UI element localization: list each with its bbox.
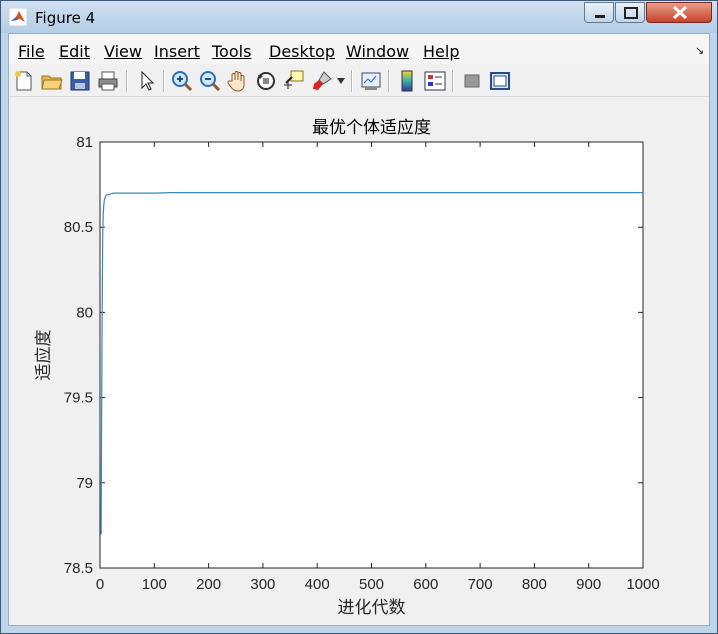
y-tick-label: 80.5	[64, 219, 93, 236]
toolbar-separator	[163, 70, 165, 92]
axes-background[interactable]	[99, 141, 644, 569]
toolbar-separator	[388, 70, 390, 92]
close-icon	[672, 5, 688, 20]
y-tick-label: 78.5	[64, 560, 93, 577]
line-chart: 0 100 200 300 400 500 600 700 800 900 1000 78.5 79 79…	[34, 118, 660, 617]
menu-edit[interactable]: Edit	[59, 42, 90, 61]
x-tick-label: 700	[468, 576, 493, 593]
x-axis-label: 进化代数	[338, 598, 406, 617]
x-tick-label: 500	[359, 576, 384, 593]
menu-view[interactable]: View	[104, 42, 142, 61]
toolbar-separator	[452, 70, 454, 92]
new-figure-icon[interactable]	[12, 69, 36, 93]
x-tick-label: 400	[305, 576, 330, 593]
maximize-icon	[624, 7, 638, 19]
matlab-logo-icon	[9, 8, 27, 26]
print-icon[interactable]	[96, 69, 120, 93]
y-tick-label: 81	[76, 134, 93, 151]
window-title: Figure 4	[35, 9, 96, 27]
link-plot-icon[interactable]	[359, 69, 383, 93]
save-icon[interactable]	[68, 69, 92, 93]
insert-colorbar-icon[interactable]	[395, 69, 419, 93]
x-tick-label: 200	[196, 576, 221, 593]
figure-client-area: File Edit View Insert Tools Desktop Wind…	[8, 33, 710, 626]
menu-desktop[interactable]: Desktop	[269, 42, 335, 61]
y-tick-label: 79	[76, 475, 93, 492]
menu-file[interactable]: File	[18, 42, 45, 61]
menu-window[interactable]: Window	[346, 42, 409, 61]
minimize-button[interactable]	[584, 2, 614, 23]
plot-container: 0 100 200 300 400 500 600 700 800 900 1000 78.5 79 79…	[9, 98, 709, 630]
close-button[interactable]	[646, 2, 712, 23]
toolbar-separator	[126, 70, 128, 92]
open-file-icon[interactable]	[40, 69, 64, 93]
edit-plot-arrow-icon[interactable]	[135, 69, 159, 93]
menu-tools[interactable]: Tools	[212, 42, 251, 61]
brush-icon[interactable]	[310, 69, 334, 93]
y-axis-label: 适应度	[34, 330, 53, 381]
figure-toolbar	[9, 66, 709, 97]
x-tick-label: 600	[413, 576, 438, 593]
menu-help[interactable]: Help	[423, 42, 459, 61]
hide-plot-tools-icon[interactable]	[460, 69, 484, 93]
x-tick-label: 1000	[626, 576, 659, 593]
title-bar[interactable]: Figure 4	[1, 1, 717, 33]
chevron-down-icon[interactable]	[337, 78, 345, 84]
minimize-icon	[595, 15, 605, 18]
x-tick-label: 900	[576, 576, 601, 593]
rotate-3d-icon[interactable]	[254, 69, 278, 93]
x-tick-label: 100	[142, 576, 167, 593]
chart-title: 最优个体适应度	[312, 118, 431, 137]
x-tick-label: 0	[96, 576, 104, 593]
y-tick-label: 80	[76, 304, 93, 321]
toolbar-separator	[351, 70, 353, 92]
insert-legend-icon[interactable]	[423, 69, 447, 93]
menu-insert[interactable]: Insert	[154, 42, 200, 61]
figure-canvas: 0 100 200 300 400 500 600 700 800 900 1000 78.5 79 79…	[9, 98, 709, 625]
dock-figure-icon[interactable]: ↘	[695, 44, 704, 57]
x-tick-label: 800	[522, 576, 547, 593]
menu-bar: File Edit View Insert Tools Desktop Wind…	[9, 34, 709, 64]
maximize-button[interactable]	[615, 2, 645, 23]
figure-window: Figure 4 File Edit View Insert Tools Des…	[0, 0, 718, 634]
x-tick-label: 300	[250, 576, 275, 593]
pan-hand-icon[interactable]	[226, 69, 250, 93]
zoom-in-icon[interactable]	[170, 69, 194, 93]
zoom-out-icon[interactable]	[198, 69, 222, 93]
y-tick-label: 79.5	[64, 390, 93, 407]
show-plot-tools-icon[interactable]	[488, 69, 512, 93]
data-cursor-icon[interactable]	[282, 69, 306, 93]
